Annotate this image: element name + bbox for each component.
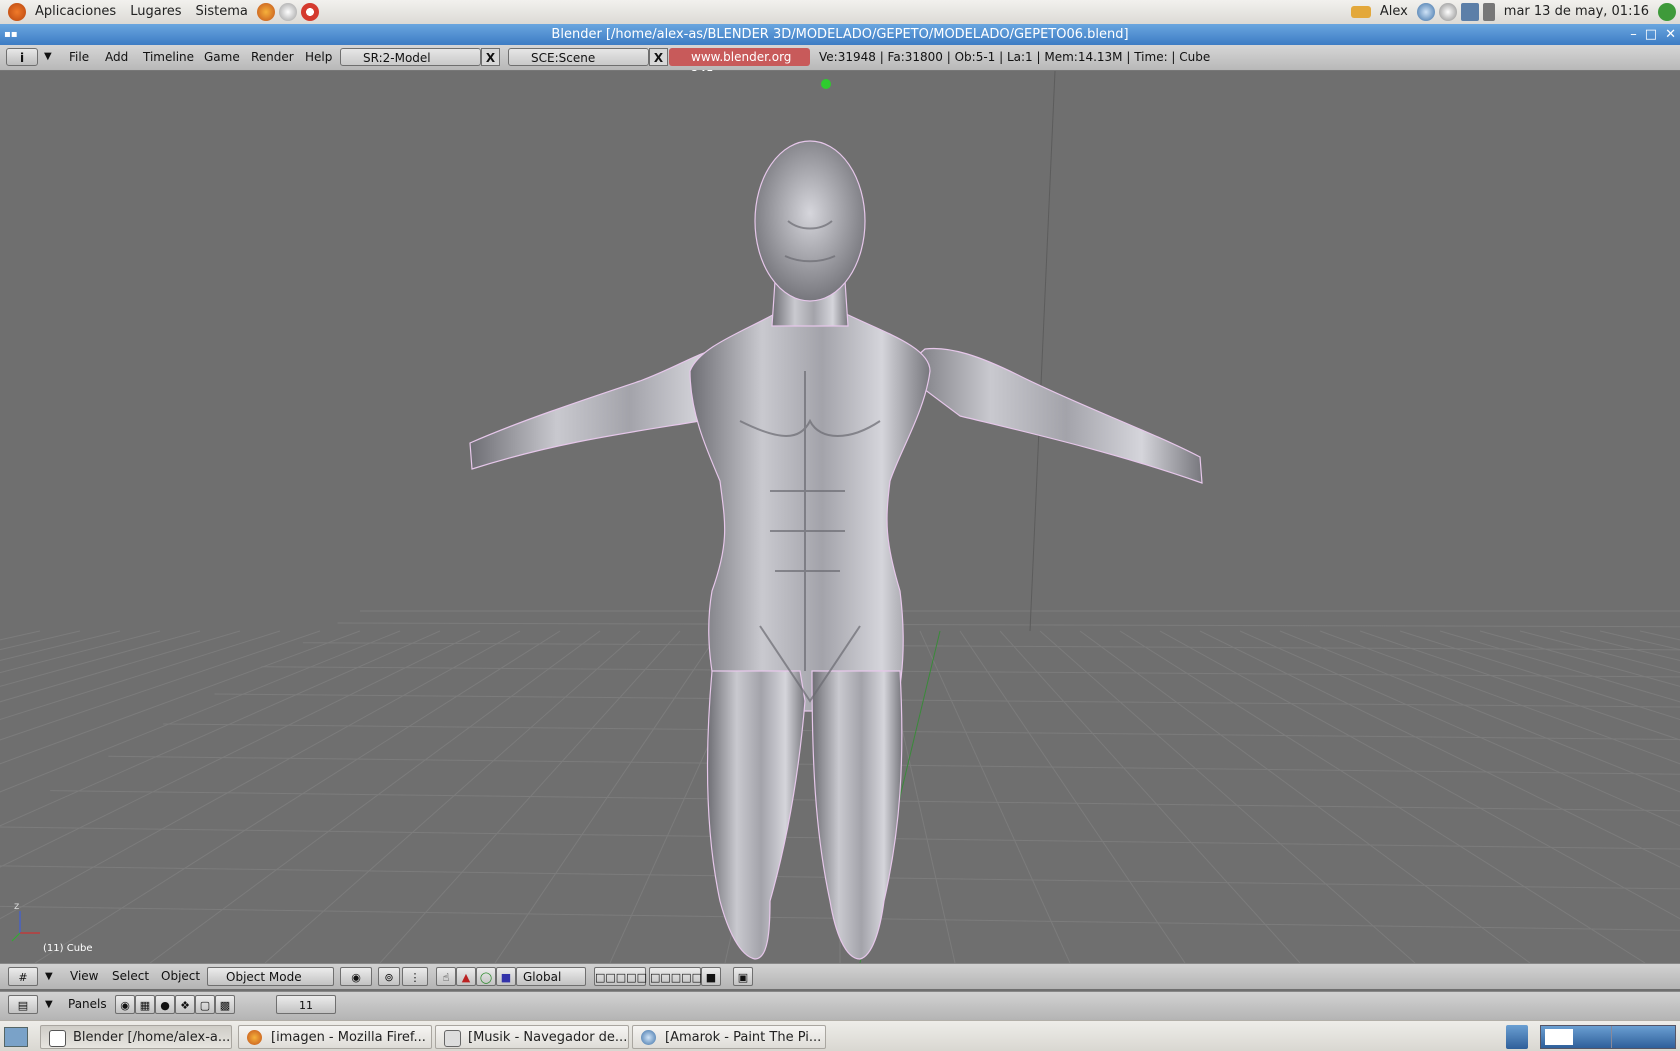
mode-label: Object Mode <box>226 970 302 984</box>
help-launcher-icon[interactable] <box>300 3 319 21</box>
menu-lugares[interactable]: Lugares <box>123 0 188 24</box>
window-title: Blender [/home/alex-as/BLENDER 3D/MODELA… <box>551 27 1129 42</box>
menu-object[interactable]: Object <box>161 967 200 986</box>
menu-game[interactable]: Game <box>202 48 242 66</box>
mode-selector[interactable]: Object Mode <box>207 967 334 986</box>
search-icon[interactable] <box>1438 3 1457 21</box>
blender-info-header: i ▼ File Add Timeline Game Render Help S… <box>0 45 1680 82</box>
object-origin[interactable] <box>821 79 831 89</box>
clock[interactable]: mar 13 de may, 01:16 <box>1497 0 1656 24</box>
keyring-icon[interactable] <box>1350 6 1371 18</box>
window-type-icon[interactable]: i <box>6 48 38 66</box>
orientation-selector[interactable]: Global <box>516 967 586 986</box>
shading-context-icon[interactable]: ● <box>155 995 175 1014</box>
menu-aplicaciones[interactable]: Aplicaciones <box>28 0 123 24</box>
manipulator-hand-icon[interactable]: ☝ <box>436 967 456 986</box>
menu-add[interactable]: Add <box>103 48 130 66</box>
menu-file[interactable]: File <box>67 48 91 66</box>
network-icon[interactable] <box>1416 3 1435 21</box>
display-icon[interactable] <box>1460 3 1479 21</box>
pivot-button[interactable]: ⊚ <box>378 967 400 986</box>
script-context-icon[interactable]: ▦ <box>135 995 155 1014</box>
blender-window-icon <box>49 1030 66 1047</box>
firefox-icon <box>247 1030 262 1045</box>
viewport-canvas[interactable]: z <box>0 71 1680 963</box>
3d-viewport[interactable]: z (11) Cube <box>0 71 1680 963</box>
editor-type-grid-icon[interactable]: # <box>8 967 38 986</box>
vertical-axis-line <box>1029 71 1056 632</box>
character-mesh[interactable] <box>469 140 1203 960</box>
minimize-icon[interactable]: – <box>1630 24 1637 45</box>
task-blender[interactable]: Blender [/home/alex-a... <box>40 1025 232 1049</box>
task-amarok[interactable]: [Amarok - Paint The Pi... <box>632 1025 826 1049</box>
view3d-header: # ▼ View Select Object Object Mode ◉ ⊚ ⋮… <box>0 963 1680 989</box>
menu-select[interactable]: Select <box>112 967 149 986</box>
user-name[interactable]: Alex <box>1373 0 1415 24</box>
amarok-icon <box>641 1030 656 1045</box>
editing-context-icon[interactable]: ▢ <box>195 995 215 1014</box>
layers-group-1[interactable]: □□□□□ <box>594 967 647 986</box>
scale-manipulator-icon[interactable]: ■ <box>496 967 516 986</box>
logout-icon[interactable] <box>1658 3 1676 21</box>
logic-context-icon[interactable]: ◉ <box>115 995 135 1014</box>
orientation-label: Global <box>523 970 562 984</box>
task-file-browser[interactable]: [Musik - Navegador de... <box>435 1025 629 1049</box>
window-titlebar[interactable]: ▪▪ Blender [/home/alex-as/BLENDER 3D/MOD… <box>0 24 1680 45</box>
task-firefox[interactable]: [imagen - Mozilla Firef... <box>238 1025 432 1049</box>
buttons-window-type-icon[interactable]: ▤ <box>8 995 38 1014</box>
workspace-1[interactable] <box>1545 1029 1573 1045</box>
maximize-icon[interactable]: □ <box>1645 24 1657 45</box>
screen-selector[interactable]: SR:2-Model <box>340 48 481 66</box>
svg-text:z: z <box>14 901 19 912</box>
collapse-arrow-icon[interactable]: ▼ <box>44 48 52 66</box>
menu-render[interactable]: Render <box>249 48 296 66</box>
ubuntu-logo-icon[interactable] <box>8 3 26 21</box>
menu-sistema[interactable]: Sistema <box>189 0 255 24</box>
rotate-manipulator-icon[interactable]: ◯ <box>476 967 496 986</box>
task-label: [Amarok - Paint The Pi... <box>665 1030 822 1045</box>
file-browser-icon <box>444 1030 461 1047</box>
scene-context-icon[interactable]: ▩ <box>215 995 235 1014</box>
window-menu-icon[interactable]: ▪▪ <box>4 24 18 45</box>
workspace-2[interactable] <box>1611 1026 1612 1048</box>
frame-number-field[interactable]: 11 <box>276 995 336 1014</box>
lock-layers-icon[interactable]: ■ <box>701 967 721 986</box>
gnome-top-panel: Aplicaciones Lugares Sistema Alex mar 13… <box>0 0 1680 25</box>
scene-stats: Ve:31948 | Fa:31800 | Ob:5-1 | La:1 | Me… <box>819 50 1211 64</box>
workspace-switcher[interactable] <box>1540 1025 1676 1049</box>
collapse-arrow-icon[interactable]: ▼ <box>45 967 53 986</box>
collapse-arrow-icon[interactable]: ▼ <box>45 995 53 1014</box>
volume-icon[interactable] <box>1482 3 1495 21</box>
scene-delete-button[interactable]: X <box>649 48 668 66</box>
trash-icon[interactable] <box>1506 1025 1528 1049</box>
mail-launcher-icon[interactable] <box>278 3 297 21</box>
close-icon[interactable]: ✕ <box>1665 24 1676 45</box>
menu-view[interactable]: View <box>70 967 98 986</box>
menu-help[interactable]: Help <box>303 48 334 66</box>
buttons-header: ▤ ▼ Panels ◉ ▦ ● ❖ ▢ ▩ 11 <box>0 991 1680 1020</box>
layers-group-2[interactable]: □□□□□ <box>649 967 702 986</box>
show-desktop-icon[interactable] <box>4 1027 28 1047</box>
translate-manipulator-icon[interactable]: ▲ <box>456 967 476 986</box>
panels-label: Panels <box>68 997 107 1011</box>
object-context-icon[interactable]: ❖ <box>175 995 195 1014</box>
screen-delete-button[interactable]: X <box>481 48 500 66</box>
task-label: Blender [/home/alex-a... <box>73 1030 231 1045</box>
scene-selector[interactable]: SCE:Scene <box>508 48 649 66</box>
gnome-taskbar: Blender [/home/alex-a... [imagen - Mozil… <box>0 1020 1680 1051</box>
active-object-label: (11) Cube <box>43 943 93 954</box>
firefox-launcher-icon[interactable] <box>256 3 275 21</box>
blender-org-link[interactable]: www.blender.org 245 <box>669 48 810 82</box>
task-label: [Musik - Navegador de... <box>468 1030 628 1045</box>
render-preview-icon[interactable]: ▣ <box>733 967 753 986</box>
frame-number: 11 <box>299 999 313 1012</box>
task-label: [imagen - Mozilla Firef... <box>271 1030 426 1045</box>
snap-button[interactable]: ⋮ <box>402 967 428 986</box>
draw-type-button[interactable]: ◉ <box>340 967 372 986</box>
menu-timeline[interactable]: Timeline <box>141 48 196 66</box>
